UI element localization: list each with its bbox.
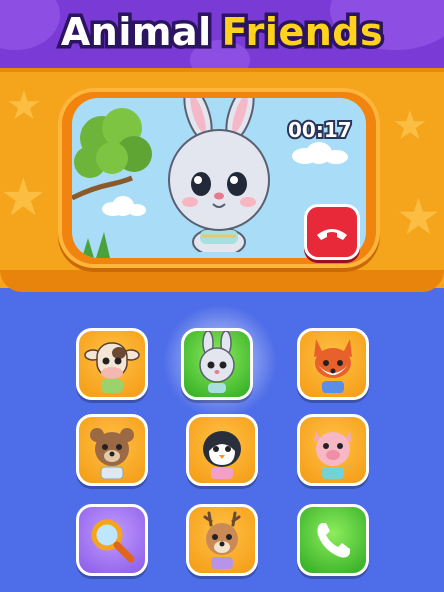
game-title: Animal Friends — [0, 7, 444, 58]
bunny-caller-illustration — [168, 98, 270, 252]
call-timer: 00:17 — [286, 116, 354, 144]
cow-button[interactable] — [76, 328, 148, 400]
deer-icon — [203, 511, 241, 569]
pig-icon — [314, 431, 352, 479]
title-part-animal: Animal — [57, 7, 214, 58]
contacts-grid — [0, 292, 444, 592]
bunny-button[interactable] — [181, 328, 253, 400]
phone-icon — [317, 523, 350, 558]
phone-hangup-icon — [317, 229, 347, 240]
cow-icon — [84, 342, 140, 393]
call-button[interactable] — [297, 504, 369, 576]
header-bar: Animal Friends — [0, 0, 444, 72]
deer-button[interactable] — [186, 504, 258, 576]
bunny-icon — [199, 331, 235, 393]
magnifier-icon — [91, 519, 135, 563]
search-button[interactable] — [76, 504, 148, 576]
bear-button[interactable] — [76, 414, 148, 486]
title-part-friends: Friends — [218, 7, 386, 58]
bear-icon — [90, 428, 134, 480]
penguin-button[interactable] — [186, 414, 258, 486]
penguin-icon — [203, 431, 241, 479]
fox-button[interactable] — [297, 328, 369, 400]
pig-button[interactable] — [297, 414, 369, 486]
fox-icon — [314, 339, 352, 393]
end-call-button[interactable] — [304, 204, 360, 260]
phone-body-edge — [0, 270, 444, 292]
